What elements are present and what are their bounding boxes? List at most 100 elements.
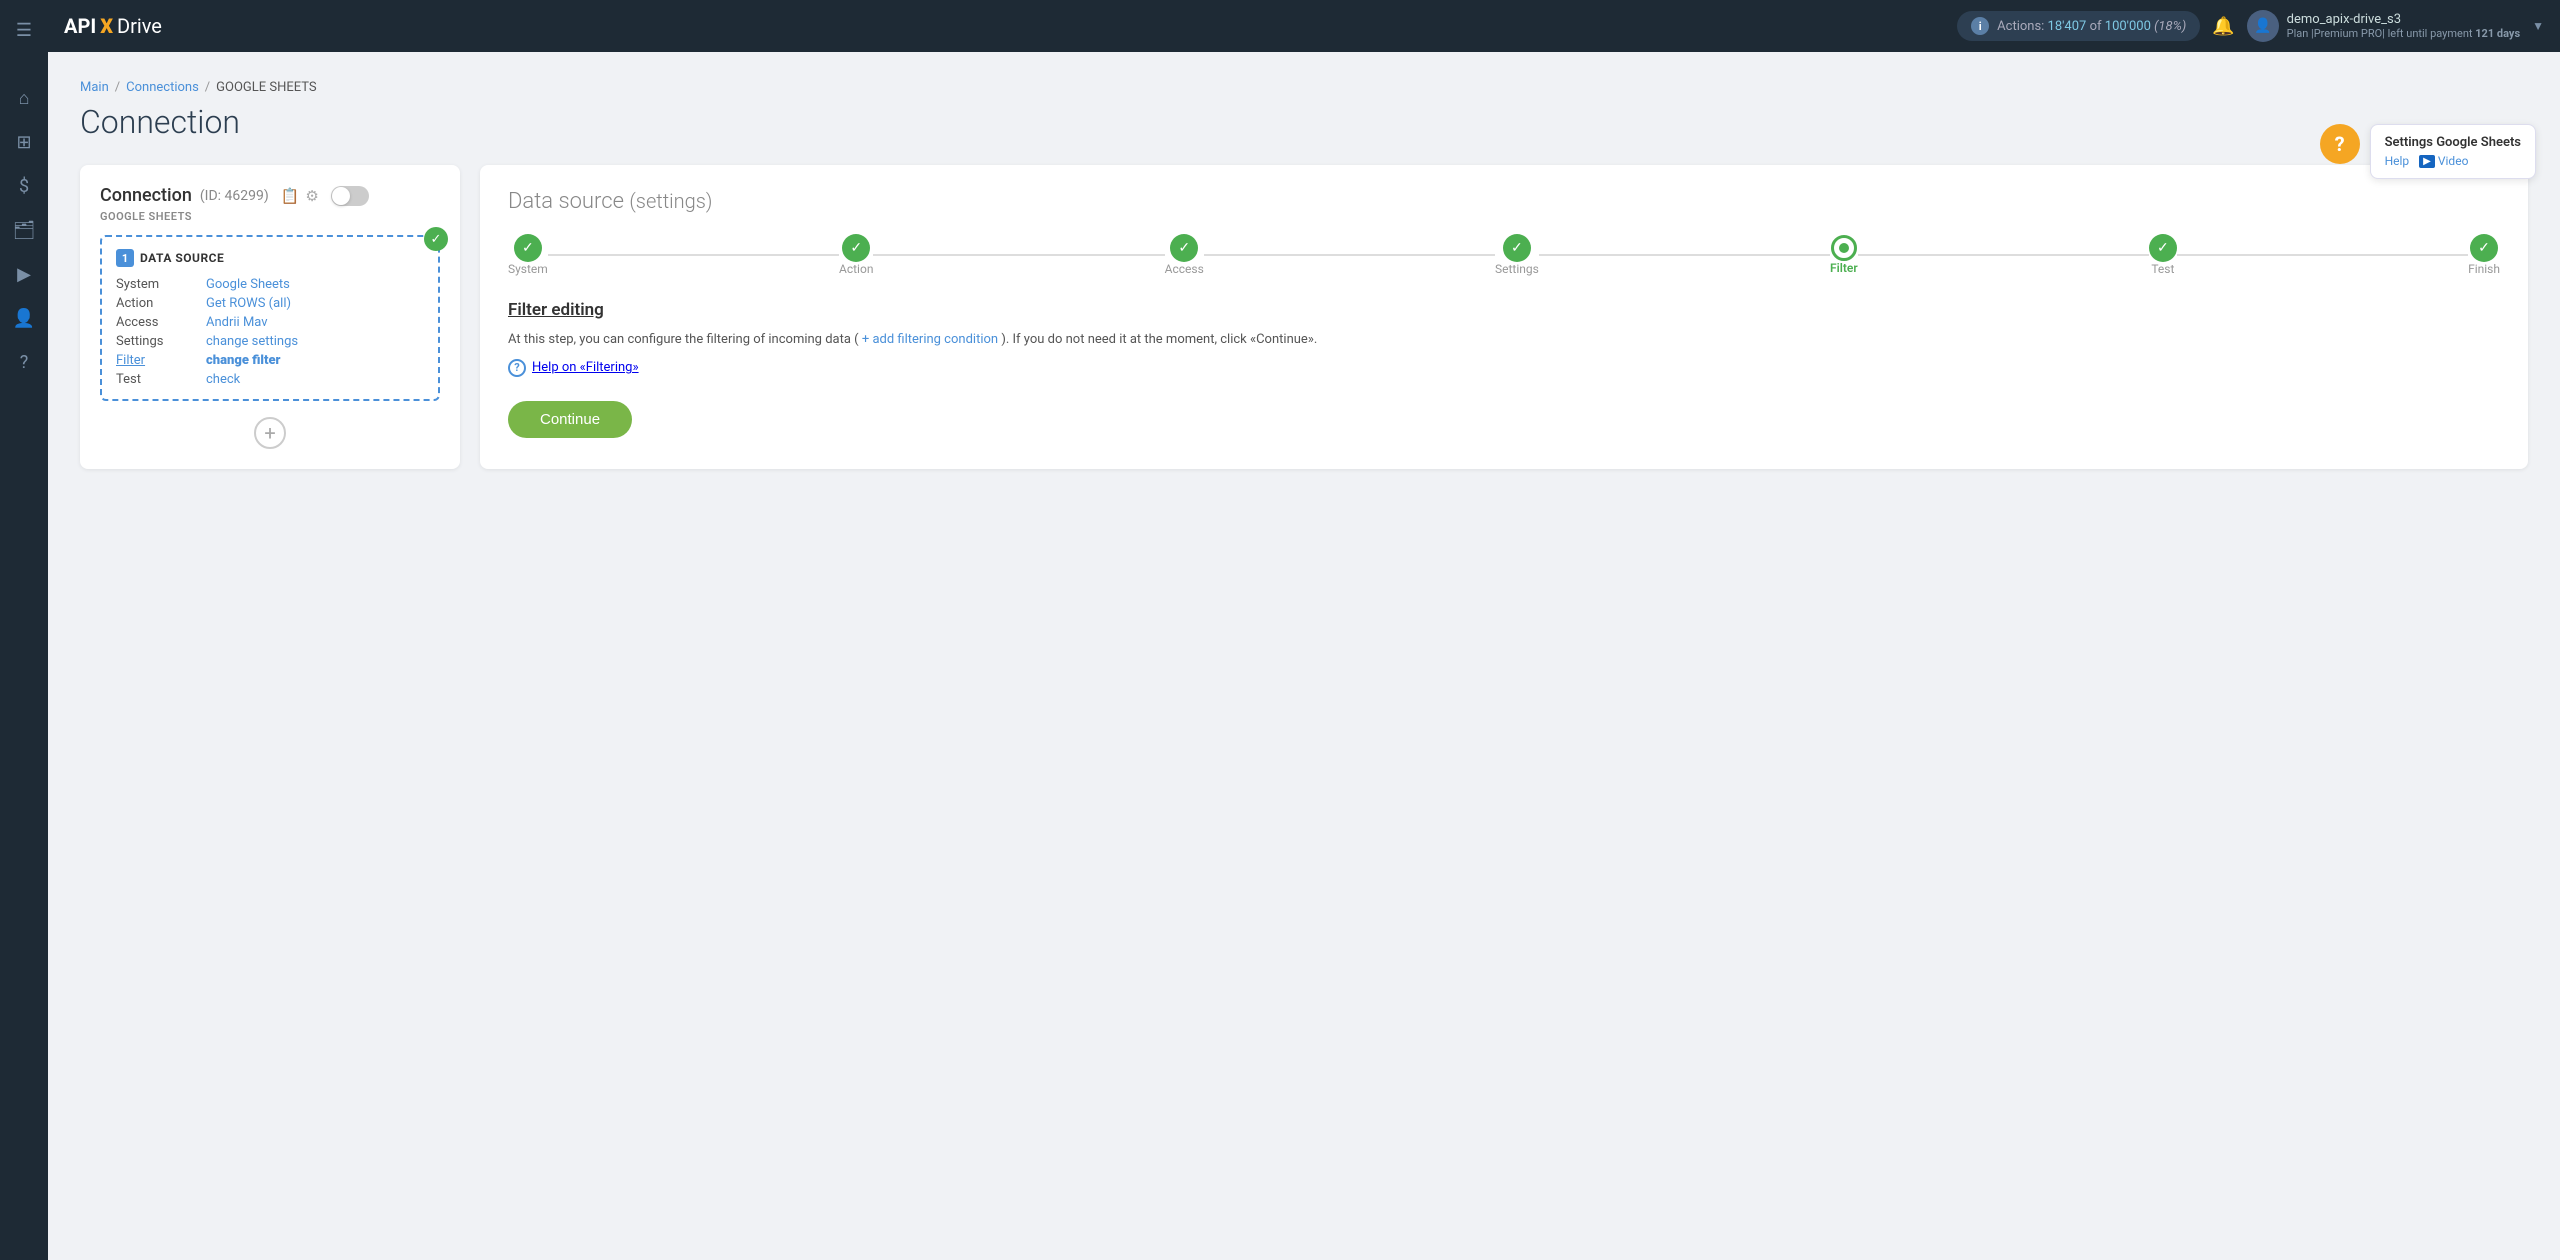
step-label-test: Test	[2151, 262, 2174, 276]
step-circle-settings: ✓	[1503, 234, 1531, 262]
actions-pct: (18%)	[2154, 19, 2186, 34]
breadcrumb: Main / Connections / GOOGLE SHEETS	[80, 80, 2528, 95]
question-icon[interactable]: ?	[6, 344, 42, 380]
step-connector-1	[548, 254, 839, 256]
row-action-key: Action	[116, 296, 206, 311]
step-circle-access: ✓	[1170, 234, 1198, 262]
add-filter-link[interactable]: + add filtering condition	[862, 332, 998, 347]
row-settings-val[interactable]: change settings	[206, 334, 424, 349]
brand-drive: Drive	[117, 14, 162, 38]
actions-text: Actions: 18'407 of 100'000 (18%)	[1997, 19, 2186, 34]
settings-icon[interactable]: ⚙	[305, 187, 318, 205]
brand-api: API	[64, 14, 96, 38]
page-title: Connection	[80, 103, 2528, 141]
filter-title: Filter editing	[508, 300, 2500, 320]
help-widget: ? Settings Google Sheets Help ▶ Video	[2320, 124, 2536, 179]
row-filter-val[interactable]: change filter	[206, 353, 424, 368]
chevron-down-icon[interactable]: ▼	[2532, 19, 2544, 33]
step-action: ✓ Action	[839, 234, 873, 276]
step-settings: ✓ Settings	[1495, 234, 1539, 276]
row-access-key: Access	[116, 315, 206, 330]
step-access: ✓ Access	[1165, 234, 1204, 276]
datasource-block: ✓ 1 DATA SOURCE System Google Sheets Act…	[100, 235, 440, 401]
user-name: demo_apix-drive_s3	[2287, 12, 2520, 27]
content-area: ? Settings Google Sheets Help ▶ Video Ma…	[48, 52, 2560, 1260]
actions-label: Actions:	[1997, 19, 2044, 34]
help-box: Settings Google Sheets Help ▶ Video	[2370, 124, 2536, 179]
datasource-check-icon: ✓	[424, 227, 448, 251]
dollar-icon[interactable]: $	[6, 168, 42, 204]
step-circle-test: ✓	[2149, 234, 2177, 262]
info-icon: i	[1971, 17, 1989, 35]
add-button[interactable]: +	[254, 417, 286, 449]
step-finish: ✓ Finish	[2468, 234, 2500, 276]
card-subtitle: GOOGLE SHEETS	[100, 210, 440, 223]
avatar: 👤	[2247, 10, 2279, 42]
row-access-val[interactable]: Andrii Mav	[206, 315, 424, 330]
step-connector-2	[873, 254, 1164, 256]
step-label-finish: Finish	[2468, 262, 2500, 276]
actions-of: of	[2090, 19, 2102, 34]
row-test-val[interactable]: check	[206, 372, 424, 387]
step-circle-system: ✓	[514, 234, 542, 262]
datasource-num: 1	[116, 249, 134, 267]
row-test-key: Test	[116, 372, 206, 387]
connection-card: Connection (ID: 46299) 📋 ⚙ GOOGLE SHEETS…	[80, 165, 460, 469]
continue-button[interactable]: Continue	[508, 401, 632, 438]
help-link[interactable]: Help	[2385, 154, 2410, 168]
card-icons: 📋 ⚙	[281, 187, 319, 205]
home-icon[interactable]: ⌂	[6, 80, 42, 116]
help-q-icon: ?	[508, 359, 526, 377]
step-connector-6	[2177, 254, 2468, 256]
briefcase-icon[interactable]: 🗂	[6, 212, 42, 248]
step-label-action: Action	[839, 262, 873, 276]
step-system: ✓ System	[508, 234, 548, 276]
sidebar: ☰ ⌂ ⊞ $ 🗂 ▶ 👤 ?	[0, 0, 48, 1260]
step-label-system: System	[508, 262, 548, 276]
row-filter-key[interactable]: Filter	[116, 353, 206, 368]
connections-icon[interactable]: ⊞	[6, 124, 42, 160]
steps-row: ✓ System ✓ Action ✓ Access	[508, 234, 2500, 276]
video-link[interactable]: ▶ Video	[2419, 154, 2468, 168]
toggle-switch[interactable]	[331, 186, 369, 206]
datasource-label: 1 DATA SOURCE	[116, 249, 424, 267]
settings-panel: Data source (settings) ✓ System ✓ Ac	[480, 165, 2528, 469]
step-label-filter: Filter	[1830, 261, 1858, 275]
youtube-icon[interactable]: ▶	[6, 256, 42, 292]
step-label-settings: Settings	[1495, 262, 1539, 276]
menu-icon[interactable]: ☰	[6, 12, 42, 48]
row-settings-key: Settings	[116, 334, 206, 349]
user-info: 👤 demo_apix-drive_s3 Plan |Premium PRO| …	[2247, 10, 2520, 42]
user-plan: Plan |Premium PRO| left until payment 12…	[2287, 27, 2520, 40]
cards-row: Connection (ID: 46299) 📋 ⚙ GOOGLE SHEETS…	[80, 165, 2528, 469]
filtering-help-link[interactable]: Help on «Filtering»	[532, 360, 639, 375]
user-icon[interactable]: 👤	[6, 300, 42, 336]
navbar: API X Drive i Actions: 18'407 of 100'000…	[48, 0, 2560, 52]
filter-desc: At this step, you can configure the filt…	[508, 330, 2500, 351]
card-header: Connection (ID: 46299) 📋 ⚙	[100, 185, 440, 206]
step-circle-finish: ✓	[2470, 234, 2498, 262]
bell-icon[interactable]: 🔔	[2212, 16, 2234, 37]
step-connector-4	[1539, 254, 1830, 256]
step-connector-5	[1858, 254, 2149, 256]
step-test: ✓ Test	[2149, 234, 2177, 276]
breadcrumb-connections[interactable]: Connections	[126, 80, 199, 95]
copy-icon[interactable]: 📋	[281, 187, 300, 205]
card-title: Connection	[100, 185, 192, 206]
brand-logo[interactable]: API X Drive	[64, 14, 162, 38]
step-circle-filter	[1831, 235, 1857, 261]
row-system-val[interactable]: Google Sheets	[206, 277, 424, 292]
breadcrumb-main[interactable]: Main	[80, 80, 109, 95]
panel-title: Data source (settings)	[508, 189, 2500, 214]
brand-x: X	[100, 14, 113, 38]
step-connector-3	[1204, 254, 1495, 256]
help-circle-button[interactable]: ?	[2320, 124, 2360, 164]
actions-count: 18'407	[2048, 19, 2087, 34]
actions-total: 100'000	[2105, 19, 2151, 34]
row-action-val[interactable]: Get ROWS (all)	[206, 296, 424, 311]
filter-help: ? Help on «Filtering»	[508, 359, 2500, 377]
toggle-knob	[332, 187, 350, 205]
step-filter: Filter	[1830, 235, 1858, 275]
help-box-title: Settings Google Sheets	[2385, 135, 2521, 150]
step-circle-action: ✓	[842, 234, 870, 262]
